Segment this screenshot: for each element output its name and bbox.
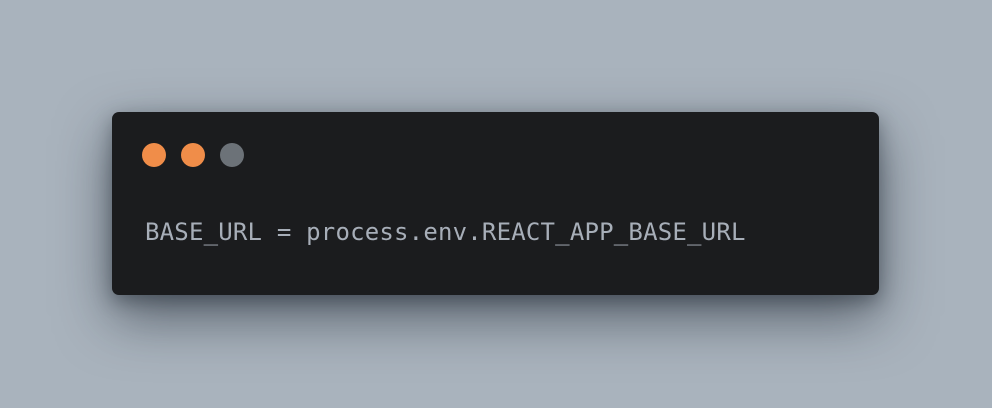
window-titlebar bbox=[142, 143, 244, 167]
minimize-dot-icon[interactable] bbox=[181, 143, 205, 167]
code-area: BASE_URL = process.env.REACT_APP_BASE_UR… bbox=[145, 216, 859, 248]
close-dot-icon[interactable] bbox=[142, 143, 166, 167]
maximize-dot-icon[interactable] bbox=[220, 143, 244, 167]
code-line: BASE_URL = process.env.REACT_APP_BASE_UR… bbox=[145, 218, 746, 246]
code-window: BASE_URL = process.env.REACT_APP_BASE_UR… bbox=[112, 112, 879, 295]
